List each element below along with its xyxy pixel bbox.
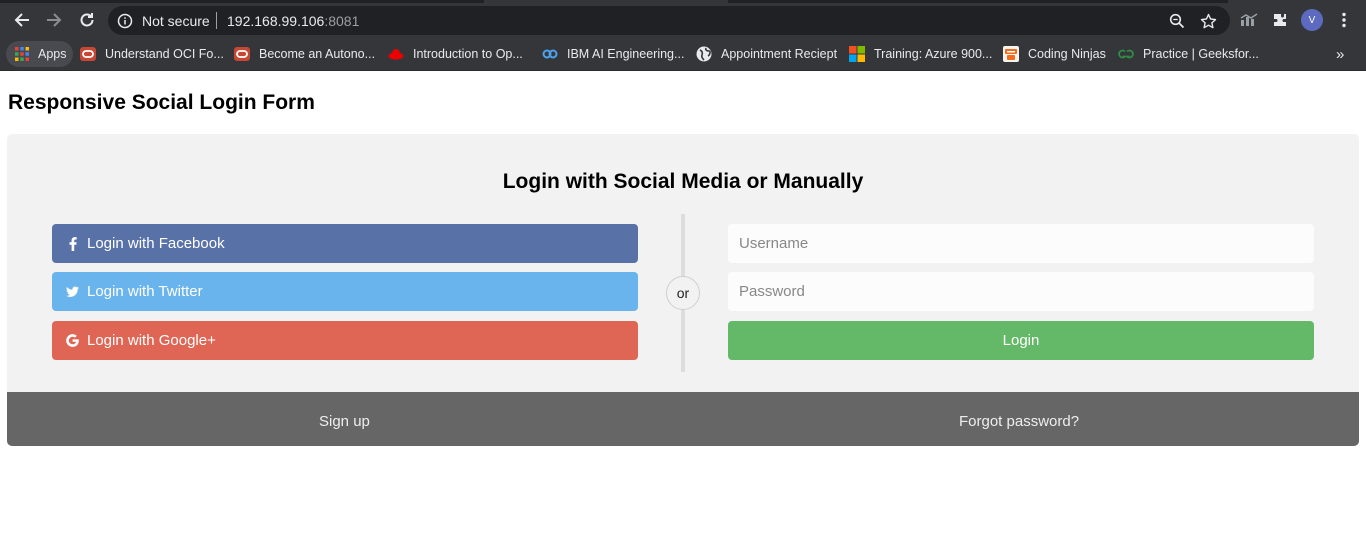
- bookmarks-bar: Apps Understand OCI Fo... Become an Auto…: [0, 37, 1366, 71]
- redhat-icon: [388, 46, 404, 62]
- bookmark-appointment[interactable]: Appointment Reciept: [696, 44, 837, 64]
- arrow-left-icon: [14, 13, 29, 27]
- bookmark-star-icon[interactable]: [1199, 12, 1217, 30]
- facebook-login-button[interactable]: Login with Facebook: [52, 224, 638, 263]
- geeksforgeeks-icon: [1118, 46, 1134, 62]
- google-login-label: Login with Google+: [87, 332, 216, 349]
- back-button[interactable]: [10, 8, 34, 32]
- form-heading: Login with Social Media or Manually: [502, 170, 864, 193]
- twitter-login-button[interactable]: Login with Twitter: [52, 272, 638, 311]
- bookmark-label: Understand OCI Fo...: [105, 47, 224, 61]
- bookmark-label: Coding Ninjas: [1028, 47, 1106, 61]
- bookmark-label: Introduction to Op...: [413, 47, 523, 61]
- bookmark-coding-ninjas[interactable]: Coding Ninjas: [1003, 44, 1106, 64]
- browser-toolbar: Not secure 192.168.99.106:8081 V: [0, 0, 1366, 37]
- bookmark-autonomous[interactable]: Become an Autono...: [234, 44, 375, 64]
- password-input[interactable]: [728, 272, 1314, 311]
- metrics-extension-icon[interactable]: [1240, 11, 1258, 29]
- address-bar[interactable]: Not secure 192.168.99.106:8081: [108, 6, 1230, 35]
- url-port: :8081: [324, 13, 360, 29]
- twitter-icon: [66, 284, 79, 300]
- twitter-login-label: Login with Twitter: [87, 283, 203, 300]
- coursera-icon: [542, 46, 558, 62]
- oracle-icon: [80, 46, 96, 62]
- reload-button[interactable]: [75, 8, 99, 32]
- google-icon: [66, 333, 79, 349]
- facebook-login-label: Login with Facebook: [87, 235, 225, 252]
- security-label[interactable]: Not secure: [142, 13, 210, 29]
- bookmark-geeksforgeeks[interactable]: Practice | Geeksfor...: [1118, 44, 1259, 64]
- microsoft-icon: [849, 46, 865, 62]
- bookmark-openshift[interactable]: Introduction to Op...: [388, 44, 523, 64]
- bookmark-label: Appointment Reciept: [721, 47, 838, 61]
- bookmark-label: IBM AI Engineering...: [567, 47, 685, 61]
- username-input[interactable]: [728, 224, 1314, 263]
- bookmark-label: Training: Azure 900...: [874, 47, 993, 61]
- arrow-right-icon: [47, 13, 62, 27]
- bookmark-label: Apps: [38, 47, 67, 61]
- kebab-menu-icon[interactable]: [1335, 11, 1353, 29]
- info-icon[interactable]: [117, 13, 133, 34]
- login-panel: Login with Social Media or Manually Logi…: [7, 134, 1359, 392]
- bookmark-azure[interactable]: Training: Azure 900...: [849, 44, 992, 64]
- bookmarks-overflow-button[interactable]: »: [1336, 46, 1344, 63]
- url-text[interactable]: 192.168.99.106:8081: [227, 13, 359, 29]
- bookmark-apps[interactable]: Apps: [6, 41, 73, 67]
- forgot-password-link[interactable]: Forgot password?: [959, 413, 1079, 430]
- puzzle-extensions-icon[interactable]: [1271, 11, 1289, 29]
- tab-strip: [0, 0, 484, 3]
- oracle-icon: [234, 46, 250, 62]
- coding-ninjas-icon: [1003, 46, 1019, 62]
- login-footer: Sign up Forgot password?: [7, 392, 1359, 446]
- or-divider: or: [666, 276, 700, 310]
- page-title: Responsive Social Login Form: [8, 91, 315, 114]
- bookmark-label: Practice | Geeksfor...: [1143, 47, 1259, 61]
- bookmark-oci[interactable]: Understand OCI Fo...: [80, 44, 224, 64]
- tab-strip: [728, 0, 1228, 3]
- signup-link[interactable]: Sign up: [319, 413, 370, 430]
- google-login-button[interactable]: Login with Google+: [52, 321, 638, 360]
- zoom-icon[interactable]: [1168, 12, 1186, 30]
- bookmark-label: Become an Autono...: [259, 47, 376, 61]
- facebook-icon: [66, 236, 79, 252]
- profile-avatar[interactable]: V: [1301, 9, 1323, 31]
- omnibox-divider: [216, 12, 217, 29]
- reload-icon: [80, 13, 94, 27]
- globe-icon: [696, 46, 712, 62]
- forward-button[interactable]: [42, 8, 66, 32]
- login-button[interactable]: Login: [728, 321, 1314, 360]
- apps-grid-icon: [14, 46, 30, 62]
- url-host: 192.168.99.106: [227, 13, 325, 29]
- bookmark-ibm-ai[interactable]: IBM AI Engineering...: [542, 44, 684, 64]
